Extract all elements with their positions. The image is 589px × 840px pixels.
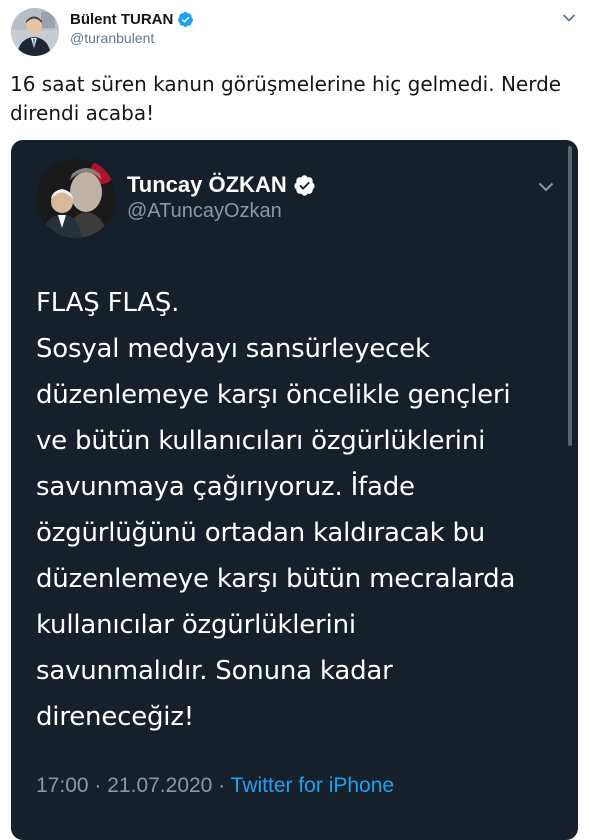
avatar-photo [36,158,116,238]
verified-badge-icon [294,174,315,196]
text-line: savunmalıdır. Sonuna kadar [36,656,393,686]
embedded-tweet-text: FLAŞ FLAŞ. Sosyal medyayı sansürleyecek … [36,280,566,740]
avatar-photo [11,8,59,56]
text-line: kullanıcılar özgürlüklerini [36,610,356,640]
author-name-row: Bülent TURAN [70,9,194,29]
meta-separator: · [94,774,102,797]
embedded-author-avatar [36,158,116,238]
author-avatar[interactable] [11,8,59,56]
embedded-tweet-screenshot: Tuncay ÖZKAN @ATuncayOzkan FLAŞ FLAŞ. So… [11,140,578,840]
author-handle[interactable]: @turanbulent [70,30,154,46]
text-line: Sosyal medyayı sansürleyecek [36,334,430,364]
author-name[interactable]: Bülent TURAN [70,11,173,28]
text-line: düzenlemeye karşı bütün mecralarda [36,564,516,594]
tweet-meta: 17:00 · 21.07.2020 · Twitter for iPhone [36,774,394,798]
text-line: FLAŞ FLAŞ. [36,288,180,318]
embedded-author-name-row: Tuncay ÖZKAN [127,170,316,200]
tweet-time: 17:00 [36,774,89,797]
verified-badge-icon [178,11,194,27]
tweet-text: 16 saat süren kanun görüşmelerine hiç ge… [10,72,562,125]
text-line: savunmaya çağırıyoruz. İfade [36,472,415,502]
text-line: ve bütün kullanıcıları özgürlüklerini [36,426,486,456]
embedded-author-handle: @ATuncayOzkan [127,200,282,222]
chevron-down-icon[interactable] [562,13,576,23]
text-line: direneceğiz! [36,702,195,732]
meta-separator: · [218,774,226,797]
tweet-date: 21.07.2020 [107,774,213,797]
text-line: düzenlemeye karşı öncelikle gençleri [36,380,511,410]
tweet-source: Twitter for iPhone [230,774,395,797]
text-line: özgürlüğünü ortadan kaldıracak bu [36,518,486,548]
outer-tweet: Bülent TURAN @turanbulent 16 saat süren … [0,0,589,840]
scrollbar [568,146,572,446]
embedded-author-name: Tuncay ÖZKAN [127,172,287,197]
chevron-down-icon [538,182,554,192]
